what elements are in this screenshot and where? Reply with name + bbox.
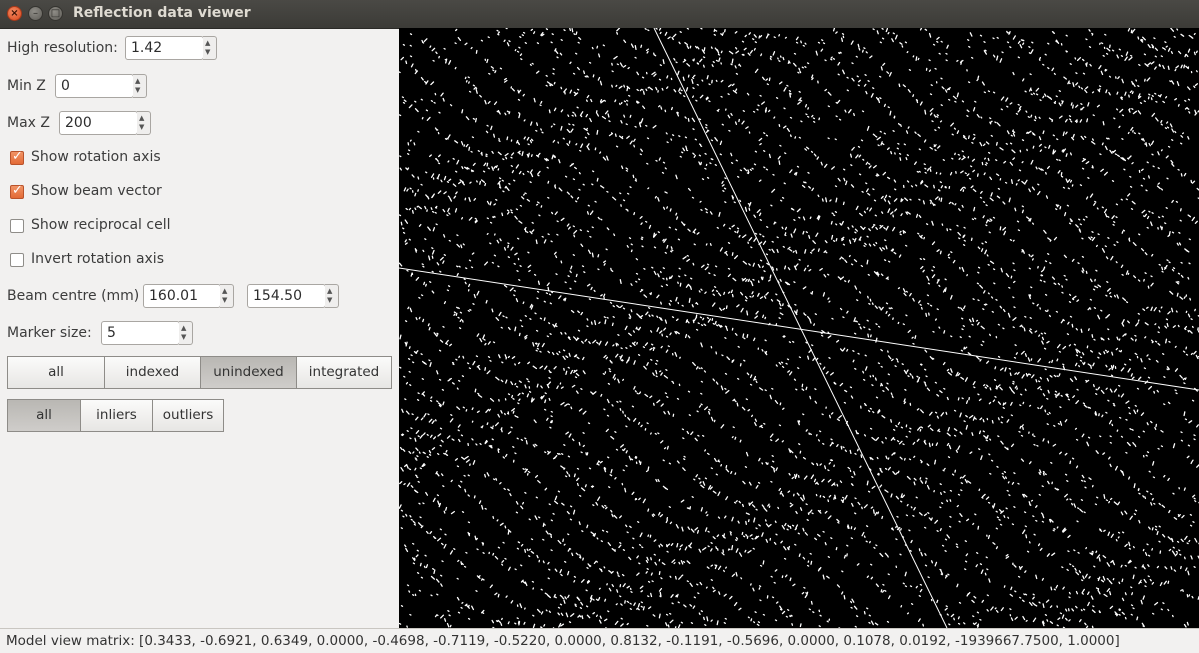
show-reciprocal-cell-checkbox[interactable] — [10, 219, 24, 233]
marker-size-stepper[interactable]: ▲ ▼ — [179, 321, 193, 345]
beam-centre-label: Beam centre (mm) — [7, 288, 140, 304]
high-resolution-stepper[interactable]: ▲ ▼ — [203, 36, 217, 60]
filter-integrated-button[interactable]: integrated — [297, 357, 391, 388]
outlier-all-button[interactable]: all — [8, 400, 81, 431]
max-z-label: Max Z — [7, 115, 50, 131]
chevron-down-icon[interactable]: ▼ — [222, 297, 227, 304]
high-resolution-value: 1.42 — [131, 40, 163, 56]
title-bar: × – □ Reflection data viewer — [0, 0, 1199, 29]
show-rotation-axis-label[interactable]: Show rotation axis — [31, 149, 161, 165]
model-view-matrix-readout: Model view matrix: [0.3433, -0.6921, 0.6… — [6, 633, 1120, 649]
invert-rotation-axis-checkbox[interactable] — [10, 253, 24, 267]
checkmark-icon: ✓ — [12, 149, 23, 164]
beam-vector-line — [399, 267, 1199, 391]
chevron-down-icon[interactable]: ▼ — [205, 49, 210, 56]
outlier-filter-group: all inliers outliers — [7, 399, 224, 432]
max-z-value: 200 — [65, 115, 92, 131]
minimize-icon[interactable]: – — [28, 6, 43, 21]
chevron-down-icon[interactable]: ▼ — [181, 334, 186, 341]
marker-size-spinbox[interactable]: 5 ▲ ▼ — [101, 321, 193, 345]
max-z-stepper[interactable]: ▲ ▼ — [137, 111, 151, 135]
close-icon[interactable]: × — [7, 6, 22, 21]
status-bar: Model view matrix: [0.3433, -0.6921, 0.6… — [0, 628, 1199, 653]
chevron-up-icon[interactable]: ▲ — [181, 325, 186, 332]
high-resolution-spinbox[interactable]: 1.42 ▲ ▼ — [125, 36, 217, 60]
min-z-spinbox[interactable]: 0 ▲ ▼ — [55, 74, 147, 98]
checkmark-icon: ✓ — [12, 183, 23, 198]
reciprocal-space-viewer[interactable] — [399, 28, 1199, 628]
chevron-down-icon[interactable]: ▼ — [135, 87, 140, 94]
chevron-up-icon[interactable]: ▲ — [205, 40, 210, 47]
filter-unindexed-button[interactable]: unindexed — [201, 357, 297, 388]
min-z-stepper[interactable]: ▲ ▼ — [133, 74, 147, 98]
chevron-up-icon[interactable]: ▲ — [222, 288, 227, 295]
outlier-outliers-button[interactable]: outliers — [153, 400, 223, 431]
marker-size-label: Marker size: — [7, 325, 92, 341]
filter-all-button[interactable]: all — [8, 357, 105, 388]
min-z-label: Min Z — [7, 78, 46, 94]
beam-centre-x-value: 160.01 — [149, 288, 198, 304]
beam-centre-y-stepper[interactable]: ▲ ▼ — [325, 284, 339, 308]
chevron-down-icon[interactable]: ▼ — [139, 124, 144, 131]
window-title: Reflection data viewer — [73, 5, 251, 21]
invert-rotation-axis-label[interactable]: Invert rotation axis — [31, 251, 164, 267]
beam-centre-y-value: 154.50 — [253, 288, 302, 304]
reflection-points-path — [399, 28, 1199, 628]
filter-indexed-button[interactable]: indexed — [105, 357, 201, 388]
reflection-points — [399, 28, 1199, 628]
show-beam-vector-checkbox[interactable]: ✓ — [10, 183, 24, 199]
chevron-down-icon[interactable]: ▼ — [327, 297, 332, 304]
beam-centre-y-spinbox[interactable]: 154.50 ▲ ▼ — [247, 284, 339, 308]
reflection-point-cloud[interactable] — [399, 28, 1199, 628]
beam-centre-x-stepper[interactable]: ▲ ▼ — [220, 284, 234, 308]
control-panel: High resolution: 1.42 ▲ ▼ Min Z 0 ▲ ▼ Ma… — [0, 29, 398, 627]
rotation-axis-line — [653, 28, 948, 628]
show-reciprocal-cell-label[interactable]: Show reciprocal cell — [31, 217, 170, 233]
chevron-up-icon[interactable]: ▲ — [135, 78, 140, 85]
show-beam-vector-label[interactable]: Show beam vector — [31, 183, 162, 199]
show-rotation-axis-checkbox[interactable]: ✓ — [10, 149, 24, 165]
high-resolution-label: High resolution: — [7, 40, 118, 56]
marker-size-value: 5 — [107, 325, 116, 341]
beam-centre-x-spinbox[interactable]: 160.01 ▲ ▼ — [143, 284, 234, 308]
outlier-inliers-button[interactable]: inliers — [81, 400, 153, 431]
chevron-up-icon[interactable]: ▲ — [327, 288, 332, 295]
maximize-icon[interactable]: □ — [48, 6, 63, 21]
chevron-up-icon[interactable]: ▲ — [139, 115, 144, 122]
max-z-spinbox[interactable]: 200 ▲ ▼ — [59, 111, 151, 135]
reflection-filter-group: all indexed unindexed integrated — [7, 356, 392, 389]
min-z-value: 0 — [61, 78, 70, 94]
